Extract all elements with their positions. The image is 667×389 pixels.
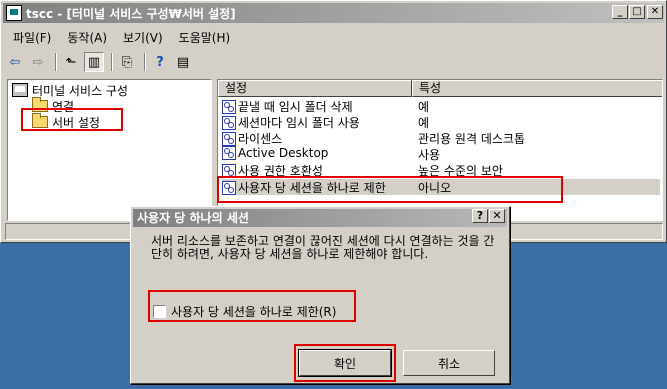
dialog-close-button[interactable]: ✕: [489, 209, 505, 223]
settings-icon: [222, 99, 236, 114]
menu-bar: 파일(F) 동작(A) 보기(V) 도움말(H): [5, 27, 238, 47]
computer-icon: [12, 83, 28, 97]
list-item[interactable]: Active Desktop 사용: [222, 146, 660, 162]
dialog-description: 서버 리소스를 보존하고 연결이 끊어진 세션에 다시 연결하는 것을 간단히 …: [151, 234, 495, 261]
toolbar-separator: [144, 53, 146, 71]
cancel-button[interactable]: 취소: [403, 350, 495, 376]
menu-view[interactable]: 보기(V): [115, 27, 171, 47]
maximize-button[interactable]: □: [629, 5, 645, 19]
properties-icon[interactable]: ▤: [173, 52, 193, 72]
back-arrow-icon[interactable]: ⇦: [5, 52, 25, 72]
list-item[interactable]: 끝낼 때 임시 폴더 삭제 예: [222, 98, 660, 114]
column-header-setting[interactable]: 설정: [218, 80, 412, 97]
window-title: tscc - [터미널 서비스 구성₩서버 설정]: [26, 6, 236, 21]
menu-file[interactable]: 파일(F): [5, 27, 59, 47]
highlight-server-settings: [21, 108, 123, 131]
column-header-attribute[interactable]: 특성: [412, 80, 662, 97]
list-item[interactable]: 라이센스 관리용 원격 데스크톱: [222, 130, 660, 146]
settings-icon: [222, 115, 236, 130]
app-icon: [6, 5, 22, 21]
show-hide-tree-icon[interactable]: ▥: [84, 52, 104, 72]
minimize-button[interactable]: _: [612, 5, 628, 19]
tree-root[interactable]: 터미널 서비스 구성: [12, 82, 128, 98]
highlight-ok-button: [294, 344, 396, 382]
toolbar-separator: [55, 53, 57, 71]
tree-root-label: 터미널 서비스 구성: [32, 83, 128, 98]
highlight-checkbox: [148, 290, 356, 322]
settings-icon: [222, 146, 236, 160]
dialog-help-button[interactable]: ?: [472, 209, 488, 223]
list-item[interactable]: 세션마다 임시 폴더 사용 예: [222, 114, 660, 130]
up-folder-icon[interactable]: ⬑: [61, 52, 81, 72]
close-button[interactable]: ✕: [647, 5, 663, 19]
toolbar: ⇦ ⇨ ⬑ ▥ ⎘ ? ▤: [5, 49, 196, 75]
highlight-limit-row: [217, 176, 563, 203]
console-tree: 터미널 서비스 구성 연결 서버 설정: [7, 79, 212, 221]
export-list-icon[interactable]: ⎘: [117, 52, 137, 72]
help-icon[interactable]: ?: [150, 52, 170, 72]
toolbar-separator: [111, 53, 113, 71]
dialog-title: 사용자 당 하나의 세션: [137, 211, 249, 225]
settings-icon: [222, 131, 236, 146]
forward-arrow-icon[interactable]: ⇨: [28, 52, 48, 72]
dialog-titlebar[interactable]: 사용자 당 하나의 세션: [133, 209, 507, 227]
window-titlebar[interactable]: tscc - [터미널 서비스 구성₩서버 설정] _ □ ✕: [3, 3, 664, 23]
menu-action[interactable]: 동작(A): [59, 27, 115, 47]
menu-help[interactable]: 도움말(H): [171, 27, 239, 47]
